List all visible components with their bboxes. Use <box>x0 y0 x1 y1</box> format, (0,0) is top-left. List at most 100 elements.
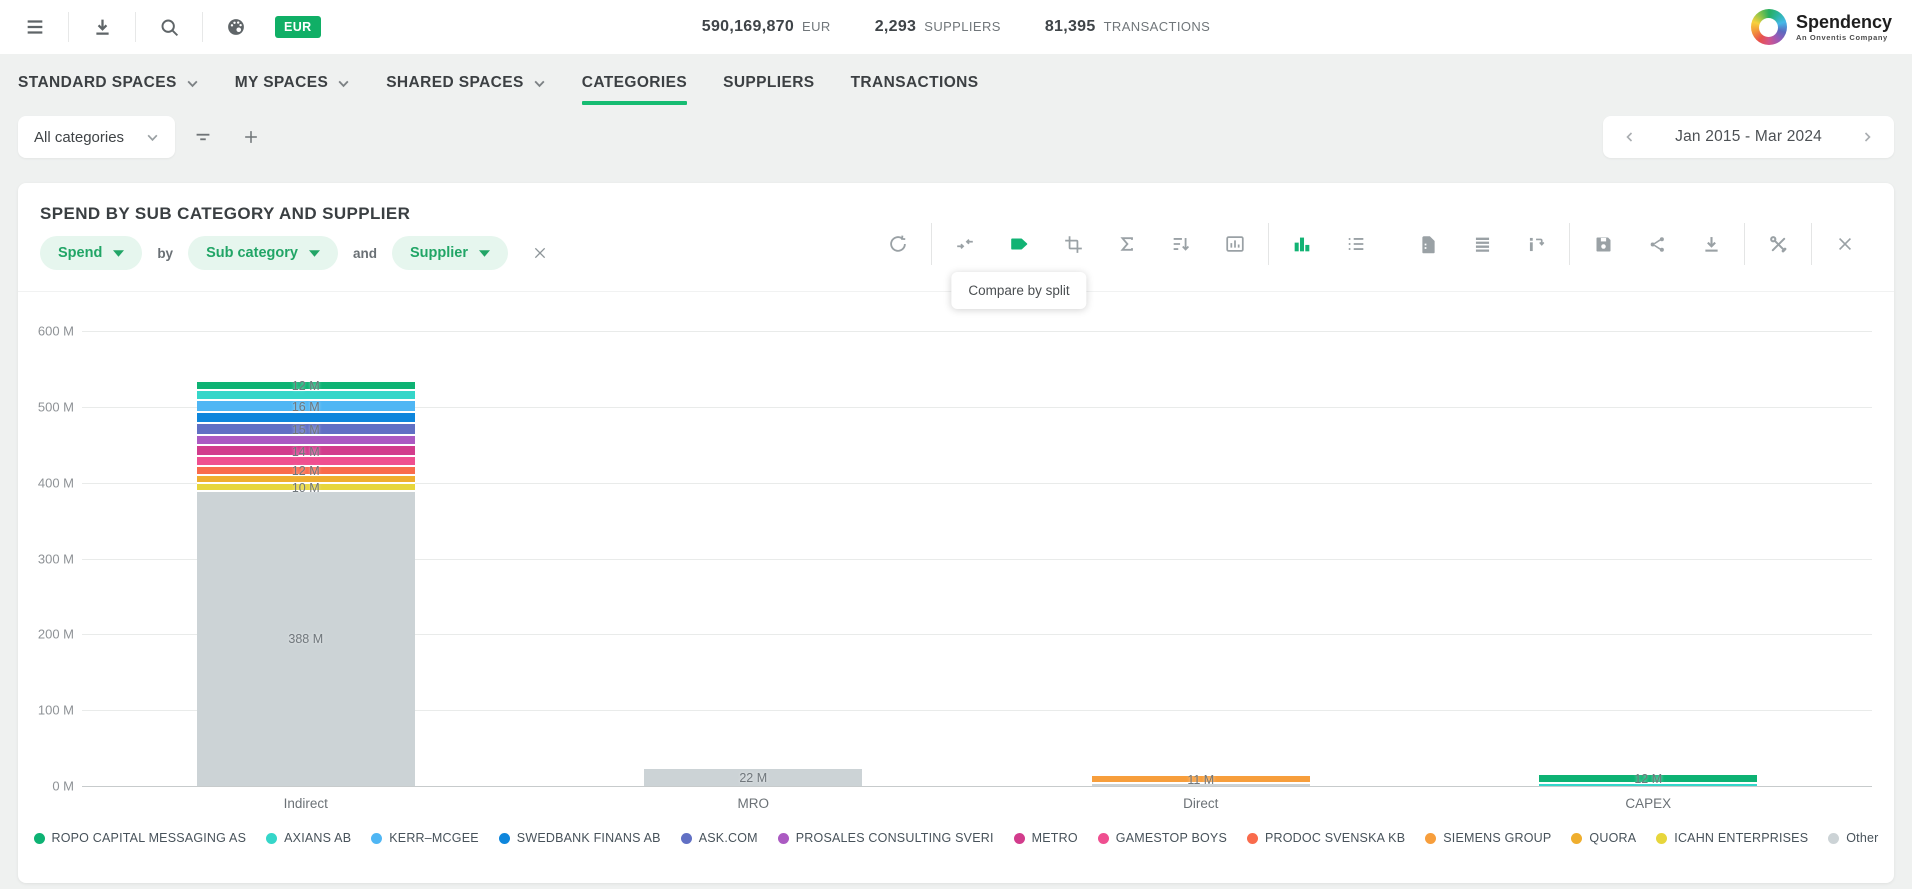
measure-value: Spend <box>58 245 102 261</box>
legend-item[interactable]: QUORA <box>1571 831 1636 845</box>
bar-segment[interactable] <box>197 492 415 786</box>
date-range-label[interactable]: Jan 2015 - Mar 2024 <box>1675 128 1822 146</box>
legend-dot-icon <box>1571 833 1582 844</box>
chevron-down-icon <box>479 250 490 257</box>
download-icon <box>1701 234 1722 255</box>
measure-select[interactable]: Spend <box>40 236 142 270</box>
bar-segment[interactable] <box>197 436 415 447</box>
tab-shared-spaces[interactable]: SHARED SPACES <box>386 54 546 111</box>
dimension1-select[interactable]: Sub category <box>188 236 338 270</box>
legend-item[interactable]: KERR–MCGEE <box>371 831 479 845</box>
legend-item[interactable]: SIEMENS GROUP <box>1425 831 1551 845</box>
legend-item[interactable]: ICAHN ENTERPRISES <box>1656 831 1808 845</box>
stat-value: 590,169,870 <box>702 18 794 36</box>
bar-segment[interactable] <box>644 769 862 786</box>
chart-panel-button[interactable] <box>1208 224 1262 264</box>
tab-my-spaces[interactable]: MY SPACES <box>235 54 350 111</box>
list-view-button[interactable] <box>1329 224 1383 264</box>
save-button[interactable] <box>1576 224 1630 264</box>
bar-segment[interactable] <box>197 413 415 424</box>
theme-palette-button[interactable] <box>215 6 257 48</box>
bar-segment[interactable] <box>197 424 415 435</box>
stat-label: SUPPLIERS <box>924 19 1001 34</box>
bar-segment[interactable] <box>197 391 415 401</box>
close-widget-button[interactable] <box>1818 224 1872 264</box>
category-select[interactable]: All categories <box>18 116 175 158</box>
y-axis: 600 M500 M400 M300 M200 M100 M0 M <box>40 331 74 786</box>
filter-button[interactable] <box>183 117 223 157</box>
stat-total-spend: 590,169,870 EUR <box>702 18 831 36</box>
y-axis-tick-label: 300 M <box>38 551 74 566</box>
legend-name: QUORA <box>1589 831 1636 845</box>
divider <box>1744 223 1745 265</box>
pivot-button[interactable] <box>1509 224 1563 264</box>
tab-transactions[interactable]: TRANSACTIONS <box>851 54 979 111</box>
bar-segment[interactable] <box>197 446 415 457</box>
compare-by-split-button[interactable]: Compare by split <box>992 224 1046 264</box>
add-widget-button[interactable] <box>231 117 271 157</box>
legend-name: AXIANS AB <box>284 831 351 845</box>
chevron-right-icon <box>1860 130 1874 144</box>
legend-item[interactable]: GAMESTOP BOYS <box>1098 831 1227 845</box>
dimension2-select[interactable]: Supplier <box>392 236 508 270</box>
bar-segment[interactable] <box>197 401 415 413</box>
menu-button[interactable] <box>14 6 56 48</box>
refresh-button[interactable] <box>871 224 925 264</box>
pivot-icon <box>1526 234 1547 255</box>
share-button[interactable] <box>1630 224 1684 264</box>
stacked-bar: 22 M <box>644 769 862 786</box>
download-button[interactable] <box>81 6 123 48</box>
legend-dot-icon <box>34 833 45 844</box>
legend-item[interactable]: AXIANS AB <box>266 831 351 845</box>
legend-item[interactable]: SWEDBANK FINANS AB <box>499 831 661 845</box>
legend-item[interactable]: PRODOC SVENSKA KB <box>1247 831 1405 845</box>
tab-categories[interactable]: CATEGORIES <box>582 54 687 111</box>
chevron-down-icon <box>113 250 124 257</box>
y-axis-tick-label: 500 M <box>38 399 74 414</box>
divider <box>68 12 69 42</box>
tab-suppliers[interactable]: SUPPLIERS <box>723 54 814 111</box>
bar-segment[interactable] <box>197 484 415 492</box>
legend-item[interactable]: METRO <box>1014 831 1078 845</box>
table-view-button[interactable] <box>1455 224 1509 264</box>
chevron-down-icon <box>146 131 159 144</box>
filter-bar: All categories Jan 2015 - Mar 2024 <box>0 111 1912 173</box>
tab-label: CATEGORIES <box>582 74 687 92</box>
prev-period-button[interactable] <box>1615 120 1645 154</box>
crop-button[interactable] <box>1046 224 1100 264</box>
legend-item[interactable]: Other <box>1828 831 1878 845</box>
legend-item[interactable]: ASK.COM <box>681 831 758 845</box>
bar-chart-view-button[interactable] <box>1275 224 1329 264</box>
merge-arrows-button[interactable] <box>938 224 992 264</box>
bar-segment[interactable] <box>1092 784 1310 786</box>
tooltip: Compare by split <box>951 272 1086 309</box>
bar-segment[interactable] <box>197 467 415 476</box>
report-export-button[interactable] <box>1401 224 1455 264</box>
stat-label: EUR <box>802 19 831 34</box>
settings-tools-button[interactable] <box>1751 224 1805 264</box>
legend-item[interactable]: PROSALES CONSULTING SVERI <box>778 831 994 845</box>
bar-segment[interactable] <box>1539 775 1757 784</box>
currency-badge[interactable]: EUR <box>275 16 321 38</box>
legend-name: Other <box>1846 831 1878 845</box>
x-axis-category-label: Indirect <box>284 796 328 811</box>
sum-button[interactable] <box>1100 224 1154 264</box>
bar-segment[interactable] <box>1092 776 1310 784</box>
bar-segment[interactable] <box>197 457 415 467</box>
remove-split-button[interactable] <box>525 238 555 268</box>
y-axis-tick-label: 400 M <box>38 475 74 490</box>
tab-standard-spaces[interactable]: STANDARD SPACES <box>18 54 199 111</box>
sigma-icon <box>1117 234 1137 254</box>
legend-name: METRO <box>1032 831 1078 845</box>
search-button[interactable] <box>148 6 190 48</box>
divider <box>1268 223 1269 265</box>
legend-dot-icon <box>1656 833 1667 844</box>
bar-segment[interactable] <box>1539 784 1757 786</box>
stat-suppliers: 2,293 SUPPLIERS <box>875 18 1001 36</box>
bar-segment[interactable] <box>197 382 415 391</box>
next-period-button[interactable] <box>1852 120 1882 154</box>
bar-segment[interactable] <box>197 476 415 484</box>
legend-item[interactable]: ROPO CAPITAL MESSAGING AS <box>34 831 247 845</box>
download-chart-button[interactable] <box>1684 224 1738 264</box>
sort-button[interactable] <box>1154 224 1208 264</box>
